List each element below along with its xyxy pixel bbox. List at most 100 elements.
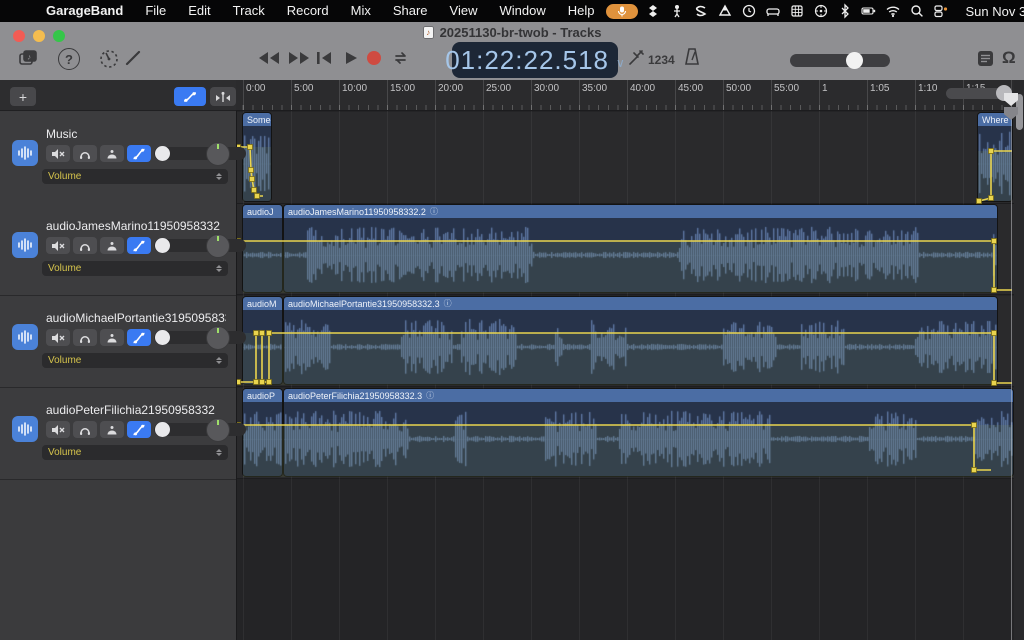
track-header-1[interactable]: Music Volume [0,112,246,205]
figure-icon[interactable] [669,3,686,19]
track-automation-button[interactable] [127,145,151,162]
fast-forward-button[interactable] [288,51,310,65]
automation-node[interactable] [251,187,257,193]
menu-clock[interactable]: Sun Nov 30 11:59 AM [966,4,1024,19]
quick-help-button[interactable]: ? [58,48,80,70]
loop-browser-button[interactable]: Ω [1002,48,1016,68]
count-in-button[interactable]: 1234 [648,53,675,67]
mute-button[interactable] [46,329,70,346]
track-volume-knob[interactable] [155,238,170,253]
minimize-button[interactable] [33,30,45,42]
chevron-down-icon[interactable]: ∨ [616,56,625,70]
battery-icon[interactable] [861,3,878,19]
mute-button[interactable] [46,237,70,254]
input-monitor-button[interactable] [100,421,124,438]
automation-node[interactable] [991,330,997,336]
automation-parameter-select[interactable]: Volume [42,353,228,368]
automation-node[interactable] [971,467,977,473]
solo-button[interactable] [73,145,97,162]
automation-node[interactable] [253,330,259,336]
track-volume-slider[interactable] [154,422,246,437]
tuner-button[interactable] [98,48,120,70]
go-to-beginning-button[interactable] [316,51,332,65]
track-automation-button[interactable] [127,237,151,254]
pan-knob[interactable] [206,234,230,258]
pan-knob[interactable] [206,326,230,350]
rewind-button[interactable] [258,51,280,65]
metronome-button[interactable] [682,47,702,67]
track-volume-knob[interactable] [155,330,170,345]
pan-knob[interactable] [206,418,230,442]
tiles-icon[interactable] [933,3,950,19]
play-button[interactable] [344,51,358,65]
grid-icon[interactable] [789,3,806,19]
mute-button[interactable] [46,421,70,438]
record-button[interactable] [366,50,382,66]
automation-node[interactable] [266,330,272,336]
automation-node[interactable] [991,287,997,293]
menu-item-view[interactable]: View [439,0,489,22]
track-volume-slider[interactable] [154,146,246,161]
menu-item-share[interactable]: Share [382,0,439,22]
automation-node[interactable] [988,148,994,154]
tuning-fork-icon[interactable] [626,48,646,68]
automation-node[interactable] [991,380,997,386]
automation-parameter-select[interactable]: Volume [42,169,228,184]
solo-button[interactable] [73,329,97,346]
zoom-button[interactable] [53,30,65,42]
triangle-icon[interactable] [717,3,734,19]
solo-button[interactable] [73,421,97,438]
automation-toggle-button[interactable] [174,87,206,106]
bluetooth-icon[interactable] [837,3,854,19]
automation-node[interactable] [266,379,272,385]
track-volume-knob[interactable] [155,146,170,161]
horizontal-zoom-slider[interactable] [946,85,1012,101]
automation-node[interactable] [259,379,265,385]
track-automation-button[interactable] [127,329,151,346]
time-ruler[interactable]: 0:00 5:00 10:00 15:00 20:00 25:00 30:00 35:00 40… [236,80,1014,111]
automation-node[interactable] [976,198,982,204]
automation-node[interactable] [253,379,259,385]
menu-item-record[interactable]: Record [276,0,340,22]
menu-item-edit[interactable]: Edit [177,0,221,22]
track-automation-button[interactable] [127,421,151,438]
s-icon[interactable] [693,3,710,19]
menu-item-garageband[interactable]: GarageBand [35,0,134,22]
menu-item-help[interactable]: Help [557,0,606,22]
pan-knob[interactable] [206,142,230,166]
wifi-icon[interactable] [885,3,902,19]
library-button[interactable]: ♪ [16,46,40,70]
catch-playhead-button[interactable] [210,87,236,106]
menu-item-track[interactable]: Track [222,0,276,22]
vertical-scrollbar[interactable] [1014,80,1024,640]
automation-node[interactable] [259,330,265,336]
lcd-display[interactable]: 01:22:22.518 ∨ [445,42,625,78]
note-pad-button[interactable] [976,49,995,68]
dropbox-icon[interactable] [645,3,662,19]
add-track-button[interactable]: + [10,87,36,106]
automation-node[interactable] [971,422,977,428]
clock-icon[interactable] [741,3,758,19]
menu-item-mix[interactable]: Mix [340,0,382,22]
automation-parameter-select[interactable]: Volume [42,261,228,276]
master-volume-knob[interactable] [846,52,863,69]
person-circle-icon[interactable] [813,3,830,19]
automation-node[interactable] [991,238,997,244]
mute-button[interactable] [46,145,70,162]
search-icon[interactable] [909,3,926,19]
menu-item-window[interactable]: Window [489,0,557,22]
menu-item-file[interactable]: File [134,0,177,22]
input-monitor-button[interactable] [100,145,124,162]
track-volume-slider[interactable] [154,330,246,345]
automation-node[interactable] [247,144,253,150]
automation-node[interactable] [249,176,255,182]
pencil-icon[interactable] [124,49,142,67]
mic-pill[interactable] [605,3,638,19]
input-monitor-button[interactable] [100,237,124,254]
automation-node[interactable] [248,167,254,173]
bed-icon[interactable] [765,3,782,19]
automation-parameter-select[interactable]: Volume [42,445,228,460]
close-button[interactable] [13,30,25,42]
cycle-button[interactable] [392,50,410,66]
automation-node[interactable] [988,195,994,201]
